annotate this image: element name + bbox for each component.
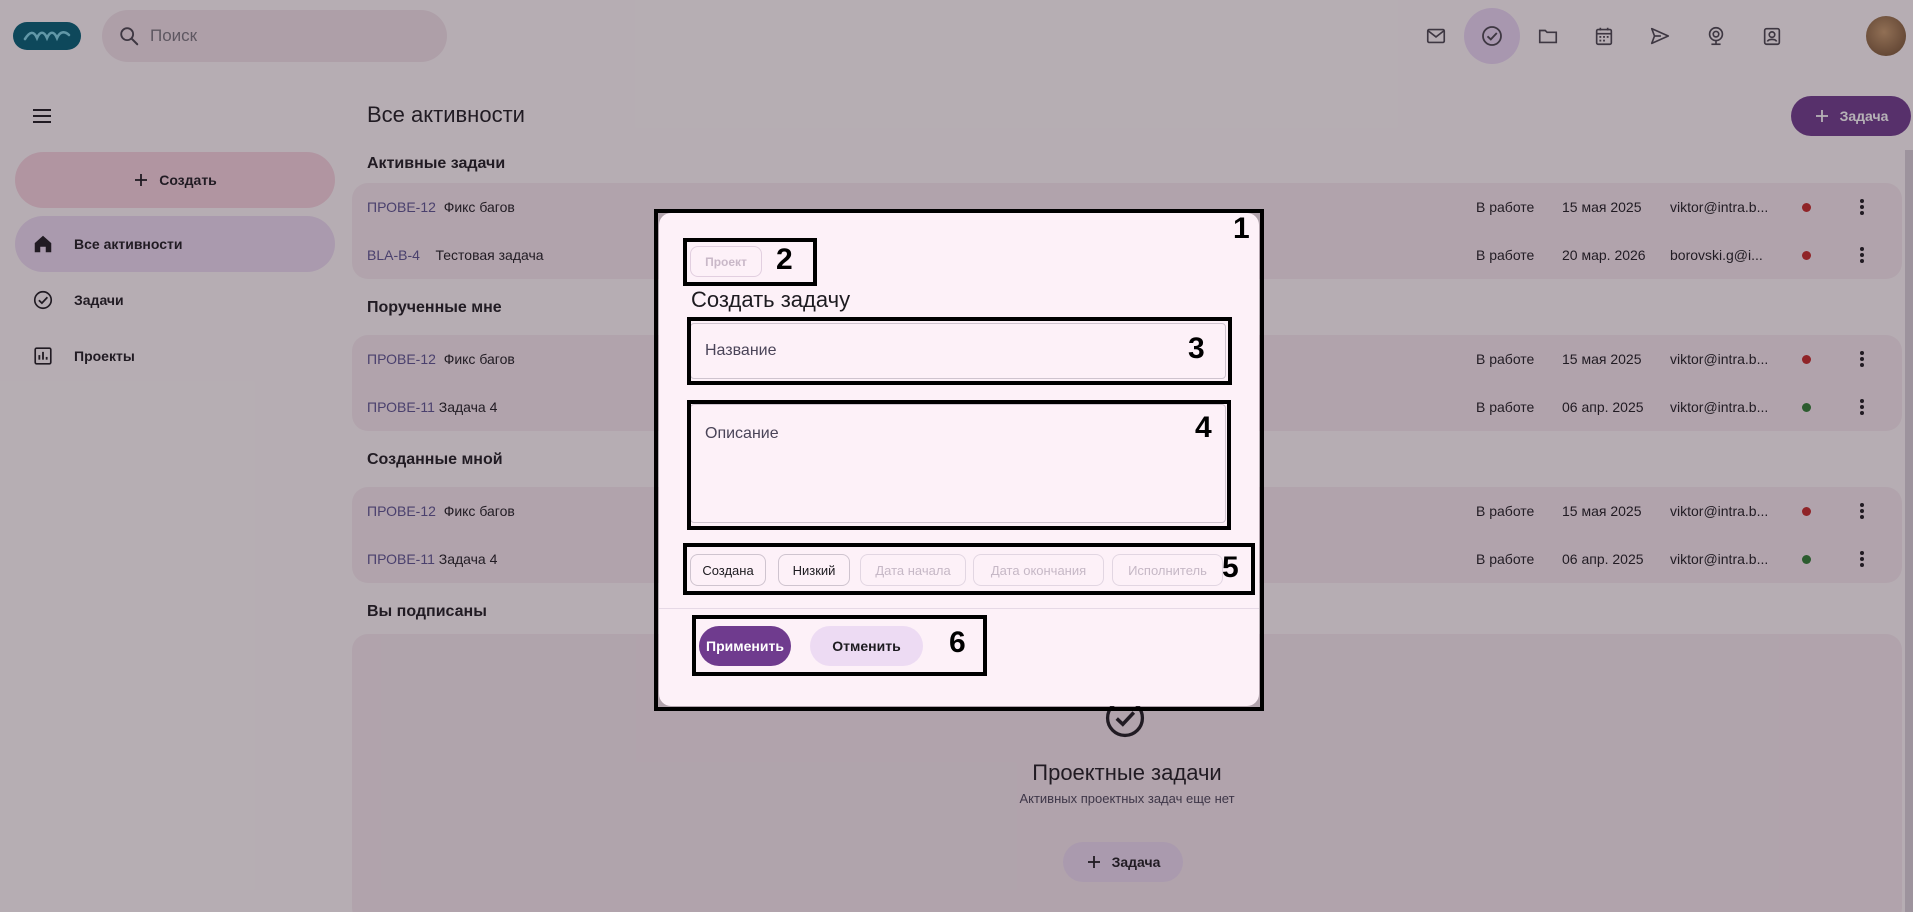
annotation-box-2 <box>683 238 817 286</box>
annotation-label-1: 1 <box>1233 212 1250 245</box>
annotation-label-6: 6 <box>949 626 966 659</box>
annotation-box-5 <box>683 543 1255 595</box>
annotation-label-4: 4 <box>1195 411 1212 444</box>
annotation-box-3 <box>687 317 1232 385</box>
annotation-label-3: 3 <box>1188 332 1205 365</box>
annotation-box-4 <box>687 400 1231 530</box>
annotation-box-6 <box>692 615 987 676</box>
annotation-label-2: 2 <box>776 243 793 276</box>
annotation-label-5: 5 <box>1222 551 1239 584</box>
